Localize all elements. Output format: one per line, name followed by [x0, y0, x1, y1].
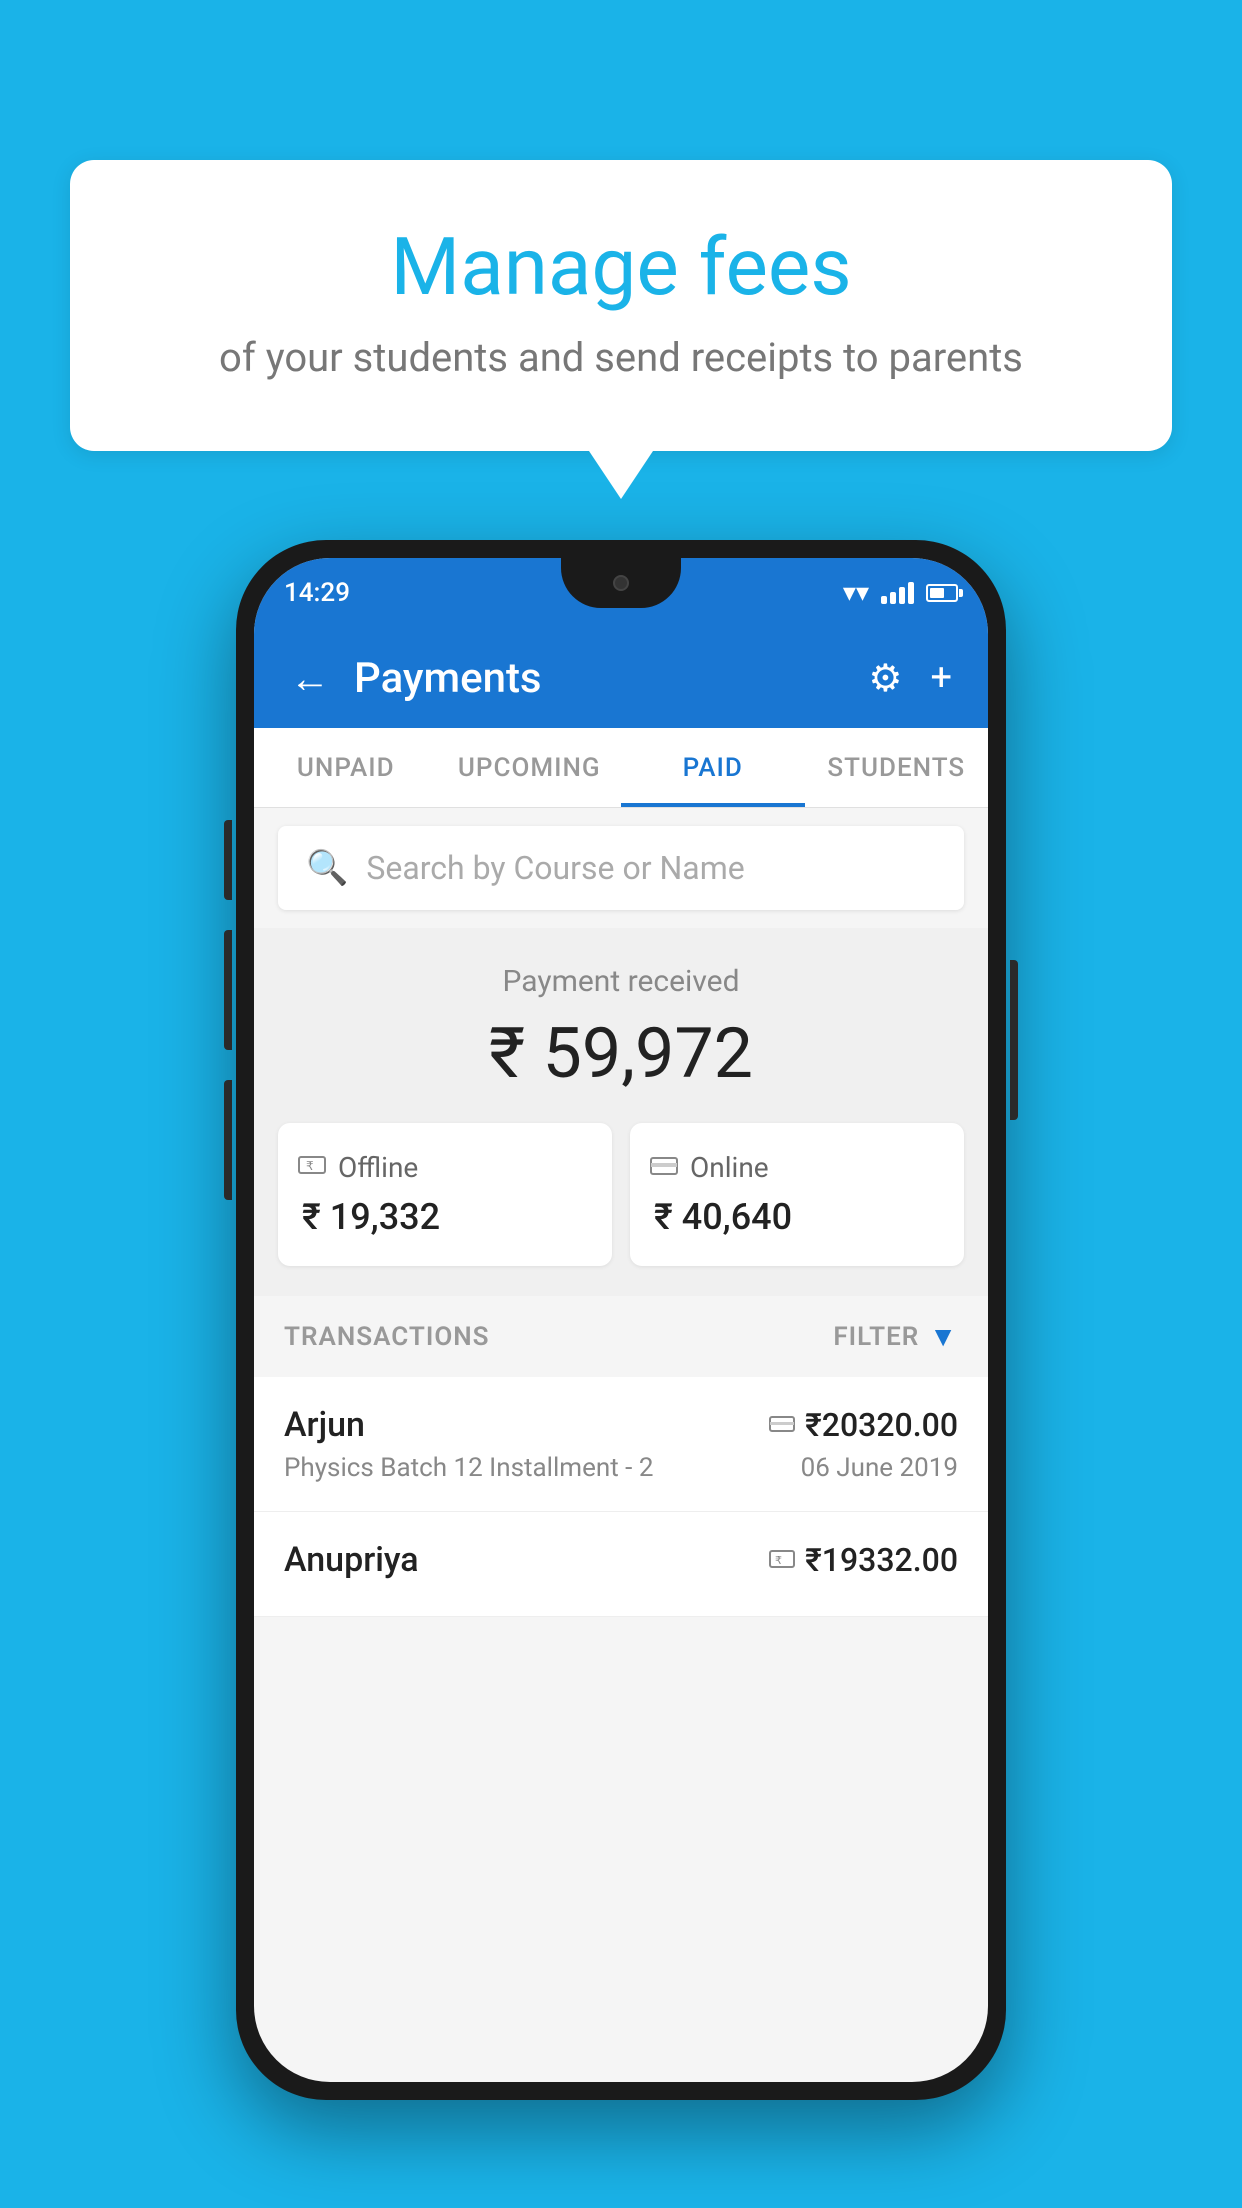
speech-bubble-container: Manage fees of your students and send re…: [70, 160, 1172, 451]
payment-label: Payment received: [278, 964, 964, 999]
amount-wrap: ₹ ₹19332.00: [769, 1541, 958, 1579]
payment-total: ₹ 59,972: [278, 1013, 964, 1095]
student-name: Arjun: [284, 1405, 365, 1445]
payment-type-icon: ₹: [769, 1544, 795, 1577]
add-icon[interactable]: +: [930, 656, 952, 700]
tab-paid[interactable]: PAID: [621, 728, 805, 807]
date-info: 06 June 2019: [801, 1453, 958, 1483]
phone-volume-down: [224, 930, 232, 1050]
wifi-icon: ▾▾: [843, 578, 869, 608]
tab-unpaid[interactable]: UNPAID: [254, 728, 438, 807]
transactions-label: TRANSACTIONS: [284, 1322, 490, 1352]
offline-amount: ₹ 19,332: [298, 1196, 592, 1238]
online-card: Online ₹ 40,640: [630, 1123, 964, 1266]
svg-text:₹: ₹: [306, 1159, 314, 1173]
search-container: 🔍 Search by Course or Name: [254, 808, 988, 928]
transaction-top: Arjun ₹20320.00: [284, 1405, 958, 1445]
settings-icon[interactable]: ⚙: [868, 656, 902, 701]
header-actions: ⚙ +: [868, 656, 952, 701]
speech-bubble: Manage fees of your students and send re…: [70, 160, 1172, 451]
back-button[interactable]: ←: [290, 655, 330, 702]
search-icon: 🔍: [306, 848, 348, 888]
amount-wrap: ₹20320.00: [769, 1406, 958, 1444]
student-name: Anupriya: [284, 1540, 419, 1580]
filter-icon: ▼: [929, 1320, 958, 1353]
battery-fill: [930, 588, 944, 598]
phone-volume-up: [224, 820, 232, 900]
offline-card: ₹ Offline ₹ 19,332: [278, 1123, 612, 1266]
payment-type-icon: [769, 1409, 795, 1442]
status-bar: 14:29 ▾▾: [254, 558, 988, 628]
tab-upcoming[interactable]: UPCOMING: [438, 728, 622, 807]
offline-header: ₹ Offline: [298, 1151, 592, 1184]
transaction-row[interactable]: Arjun ₹20320.00 Physics Batch 12 Install…: [254, 1377, 988, 1512]
search-box[interactable]: 🔍 Search by Course or Name: [278, 826, 964, 910]
status-time: 14:29: [284, 578, 350, 608]
bubble-title: Manage fees: [150, 220, 1092, 314]
status-icons: ▾▾: [843, 578, 958, 608]
phone-device: 14:29 ▾▾: [236, 540, 1006, 2100]
transaction-top: Anupriya ₹ ₹19332.00: [284, 1540, 958, 1580]
online-header: Online: [650, 1151, 944, 1184]
filter-button[interactable]: FILTER ▼: [833, 1320, 958, 1353]
phone-screen: 14:29 ▾▾: [254, 558, 988, 2082]
transaction-amount: ₹20320.00: [805, 1406, 958, 1444]
camera: [613, 575, 629, 591]
page-title: Payments: [354, 654, 844, 703]
phone-power-button: [1010, 960, 1018, 1120]
signal-icon: [881, 582, 914, 604]
svg-text:₹: ₹: [775, 1555, 782, 1567]
online-label: Online: [690, 1151, 769, 1184]
payment-summary: Payment received ₹ 59,972 ₹ Offline: [254, 928, 988, 1296]
transaction-bottom: Physics Batch 12 Installment - 2 06 June…: [284, 1453, 958, 1483]
offline-icon: ₹: [298, 1151, 326, 1184]
online-amount: ₹ 40,640: [650, 1196, 944, 1238]
transaction-amount: ₹19332.00: [805, 1541, 958, 1579]
payment-cards: ₹ Offline ₹ 19,332: [278, 1123, 964, 1266]
search-placeholder: Search by Course or Name: [366, 849, 744, 887]
transactions-header: TRANSACTIONS FILTER ▼: [254, 1296, 988, 1377]
phone-notch: [561, 558, 681, 608]
app-header: ← Payments ⚙ +: [254, 628, 988, 728]
filter-label: FILTER: [833, 1322, 919, 1352]
bubble-subtitle: of your students and send receipts to pa…: [150, 334, 1092, 381]
phone-volume-down2: [224, 1080, 232, 1200]
tabs-bar: UNPAID UPCOMING PAID STUDENTS: [254, 728, 988, 808]
battery-icon: [926, 584, 958, 602]
online-icon: [650, 1151, 678, 1184]
tab-students[interactable]: STUDENTS: [805, 728, 989, 807]
offline-label: Offline: [338, 1151, 418, 1184]
course-info: Physics Batch 12 Installment - 2: [284, 1453, 653, 1483]
transaction-row[interactable]: Anupriya ₹ ₹19332.00: [254, 1512, 988, 1617]
